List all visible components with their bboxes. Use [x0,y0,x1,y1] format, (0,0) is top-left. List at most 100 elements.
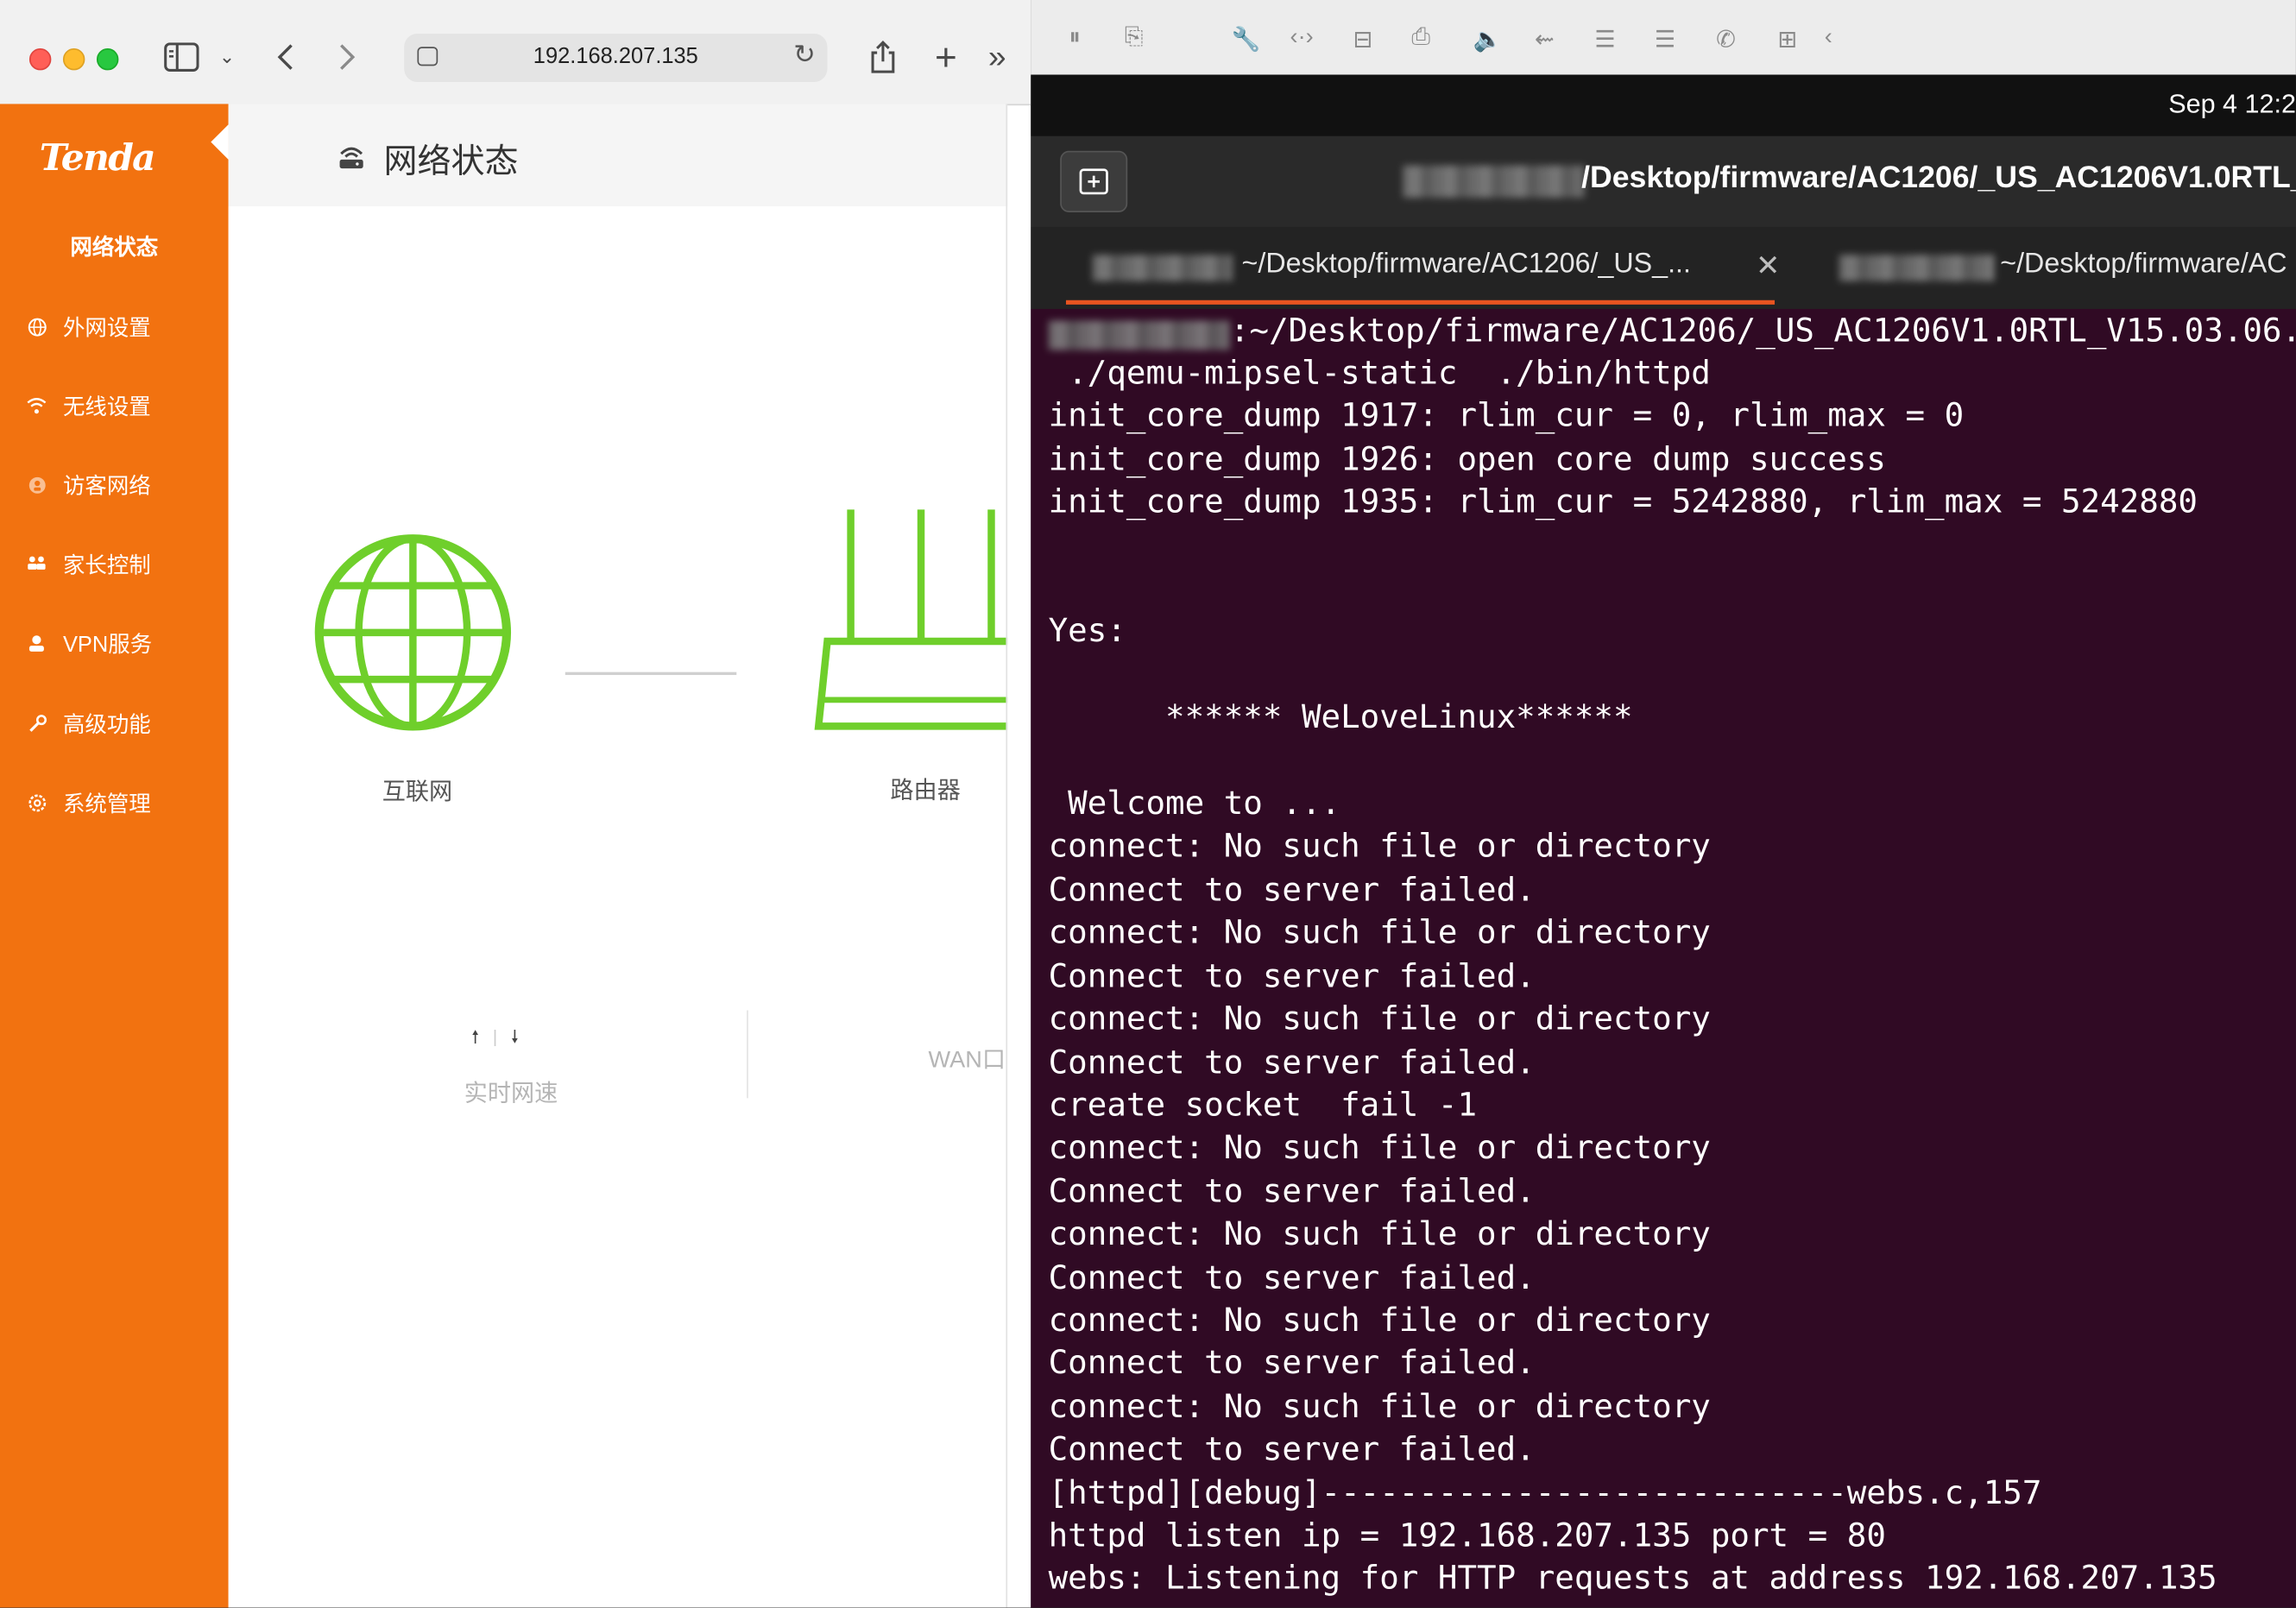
terminal-line: Welcome to ... [1068,785,1341,823]
minimize-window-button[interactable] [62,47,85,71]
divider [747,1010,748,1099]
terminal-lines: ./qemu-mipsel-static ./bin/httpd init_co… [1049,353,2217,1602]
back-button[interactable] [269,35,301,79]
close-tab-icon[interactable]: ✕ [1756,248,1780,284]
nav-label: 无线设置 [62,394,151,420]
upload-arrow-icon: 🠕 [471,1026,479,1047]
folder-icon[interactable]: ⊞ [1777,25,1797,54]
nav-item-wireless[interactable]: 无线设置 [0,383,229,427]
reload-icon[interactable]: ↻ [793,40,816,71]
terminal-line: Connect to server failed. [1048,1430,1536,1469]
terminal-title: /Desktop/firmware/AC1206/_US_AC1206V1.0R… [1581,161,2296,195]
terminal-line: Connect to server failed. [1048,956,1536,996]
router-device-icon [813,507,1008,735]
chevron-down-icon[interactable]: ⌄ [215,35,238,79]
nav-item-vpn[interactable]: VPN服务 [0,621,229,665]
nav-label: 网络状态 [70,235,159,261]
prompt-path: :~/Desktop/firmware/AC1206/_US_AC1206V1.… [1229,312,2296,350]
terminal-tab-1[interactable]: ~/Desktop/firmware/AC1206/_US_... [1242,249,1691,281]
terminal-titlebar: /Desktop/firmware/AC1206/_US_AC1206V1.0R… [1031,136,2296,227]
terminal-line: connect: No such file or directory [1048,1129,1711,1168]
nav-label: 家长控制 [62,552,151,578]
nav-label: 系统管理 [62,791,151,817]
nav-item-wan-settings[interactable]: 外网设置 [0,305,229,349]
router-status-icon [337,143,366,170]
content-edge [1006,104,1008,1608]
connection-line [565,672,737,676]
forward-button[interactable] [331,35,363,79]
redacted-username [1048,320,1230,350]
code-icon[interactable]: ‹·› [1290,25,1314,52]
pause-icon[interactable]: ⏸ [1069,25,1081,52]
terminal-line: connect: No such file or directory [1048,999,1711,1038]
wrench-icon [27,713,47,734]
terminal-line: connect: No such file or directory [1048,914,1711,953]
terminal-line: Connect to server failed. [1048,1043,1536,1081]
usb-icon[interactable]: ⇜ [1535,25,1555,54]
address-url: 192.168.207.135 [533,43,698,69]
globe-icon [27,316,47,337]
nav-item-parental-control[interactable]: 家长控制 [0,542,229,586]
browser-window: ⌄ 192.168.207.135 ↻ + » Tenda 网络状态 外网设置 … [0,0,1031,1608]
terminal-line: [httpd][debug]--------------------------… [1048,1473,2042,1512]
redacted-username [1403,165,1585,199]
terminal-line: Connect to server failed. [1048,871,1536,910]
terminal-line: init_core_dump 1935: rlim_cur = 5242880,… [1048,483,2198,522]
clock: Sep 4 12:2 [2168,89,2296,119]
close-window-button[interactable] [28,47,52,71]
sound-icon[interactable]: 🔈 [1473,25,1503,54]
terminal-line: Connect to server failed. [1048,1344,1536,1383]
internet-label: 互联网 [382,780,453,806]
printer-icon[interactable]: ⎙ [1411,25,1430,52]
tenda-logo: Tenda [39,136,156,179]
terminal-line: Connect to server failed. [1048,1172,1536,1211]
nav-label: 高级功能 [62,712,151,738]
collapse-icon[interactable]: ‹ [1825,25,1832,52]
vm-toolbar: ⏸ ⎘ 🔧 ‹·› ⊟ ⎙ 🔈 ⇜ ☰ ☰ ✆ ⊞ ‹ [1031,0,2296,77]
terminal-line: ./qemu-mipsel-static ./bin/httpd [1068,354,1711,393]
tab-overflow-icon[interactable]: » [981,35,1013,79]
terminal-line: connect: No such file or directory [1048,1215,1711,1254]
nav-label: VPN服务 [62,631,153,657]
realtime-speed-label: 实时网速 [464,1081,558,1107]
nav-item-network-status[interactable]: 网络状态 [0,224,229,268]
terminal-line: webs: Listening for HTTP requests at add… [1048,1560,2217,1599]
zoom-window-button[interactable] [96,47,119,71]
wan-port-label: WAN口 [928,1048,1006,1074]
parental-icon [27,553,47,574]
nav-item-advanced[interactable]: 高级功能 [0,702,229,746]
terminal-output[interactable]: :~/Desktop/firmware/AC1206/_US_AC1206V1.… [1031,308,2296,1608]
active-nav-indicator [211,124,229,160]
disk-icon[interactable]: ☰ [1594,25,1615,54]
router-label: 路由器 [890,779,961,804]
terminal-tab-2[interactable]: ~/Desktop/firmware/AC [2000,249,2287,281]
new-terminal-tab-button[interactable] [1060,150,1128,212]
share-icon[interactable] [866,35,901,79]
browser-toolbar: ⌄ 192.168.207.135 ↻ + » [0,0,1031,106]
phone-icon[interactable]: ✆ [1716,25,1736,54]
terminal-line: init_core_dump 1917: rlim_cur = 0, rlim_… [1048,397,1965,436]
speed-arrows: 🠕 | 🠗 [471,1026,519,1047]
sidebar-toggle-icon[interactable] [162,35,200,79]
terminal-line: create socket fail -1 [1048,1086,1478,1125]
settings-wrench-icon[interactable]: 🔧 [1232,25,1261,54]
gear-icon [27,792,47,813]
terminal-line: connect: No such file or directory [1048,1301,1711,1340]
snapshot-icon[interactable]: ⎘ [1125,25,1144,52]
content-area [228,206,1008,1608]
new-tab-icon[interactable]: + [929,35,964,79]
address-bar[interactable]: 192.168.207.135 ↻ [404,34,828,82]
drive-icon[interactable]: ⊟ [1353,25,1372,54]
terminal-line: connect: No such file or directory [1048,1387,1711,1426]
nav-item-system[interactable]: 系统管理 [0,780,229,824]
nav-label: 访客网络 [62,473,151,499]
nav-item-guest-network[interactable]: 访客网络 [0,463,229,507]
download-arrow-icon: 🠗 [510,1026,519,1047]
terminal-line: init_core_dump 1926: open core dump succ… [1048,440,1886,479]
wifi-icon [27,395,47,416]
disk2-icon[interactable]: ☰ [1655,25,1675,54]
terminal-line: Yes: [1048,612,1126,651]
redacted-username [1092,255,1233,281]
nav-label: 外网设置 [62,315,151,341]
terminal-line: ****** WeLoveLinux****** [1164,698,1633,737]
